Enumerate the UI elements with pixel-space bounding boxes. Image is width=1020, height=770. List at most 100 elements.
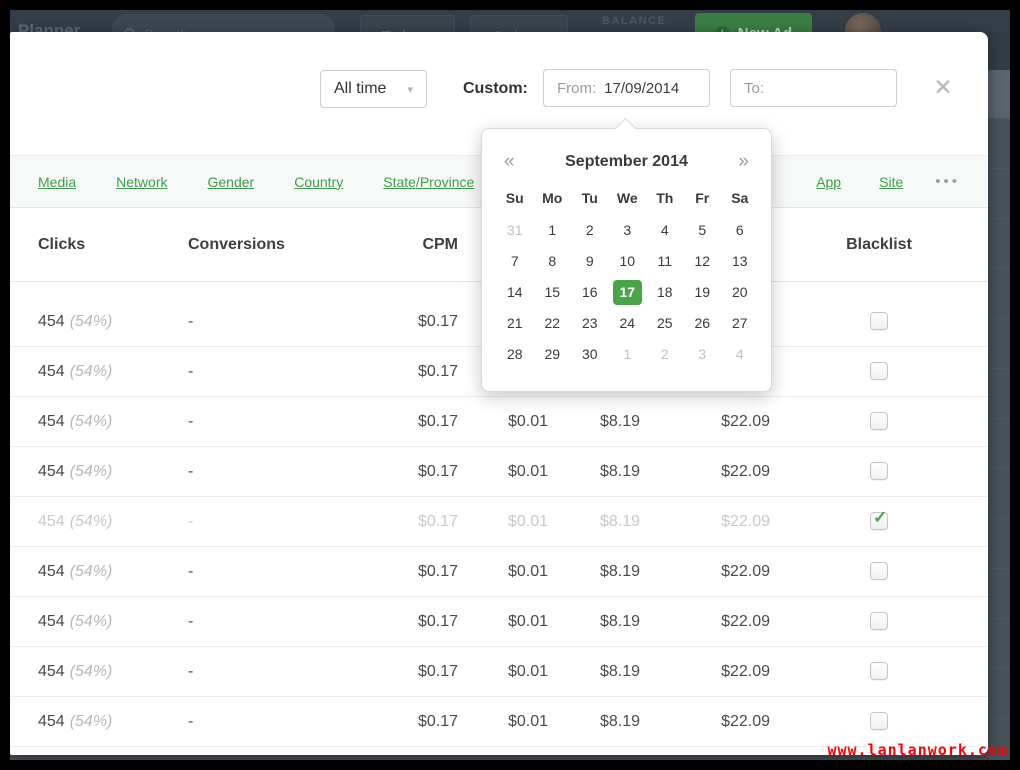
cpm-cell: $0.17 (308, 313, 458, 331)
calendar-day[interactable]: 10 (609, 246, 647, 277)
tab-network[interactable]: Network (116, 174, 167, 190)
blacklist-cell (770, 512, 988, 530)
calendar-day[interactable]: 13 (721, 246, 759, 277)
calendar-day[interactable]: 26 (684, 308, 722, 339)
calendar-day-number: 12 (694, 253, 710, 269)
new-ad-button[interactable]: + New Ad (695, 13, 812, 32)
range-select[interactable]: All time ▾ (320, 70, 427, 108)
calendar-day[interactable]: 20 (721, 277, 759, 308)
calendar-day[interactable]: 1 (534, 215, 572, 246)
calendar-day[interactable]: 5 (684, 215, 722, 246)
calendar-day[interactable]: 2 (571, 215, 609, 246)
calendar-day[interactable]: 3 (609, 215, 647, 246)
blacklist-checkbox[interactable] (870, 512, 888, 530)
table-row: 454(54%) - $0.17 $0.01 $8.19 $22.09 (10, 547, 988, 597)
money-value: $8.19 (600, 663, 640, 680)
more-tabs-icon[interactable]: ••• (935, 173, 960, 190)
money-cell: $22.09 (640, 613, 770, 631)
calendar-day[interactable]: 3 (684, 339, 722, 370)
calendar-day[interactable]: 6 (721, 215, 759, 246)
money-value: $8.19 (600, 513, 640, 530)
header-conversions[interactable]: Conversions (188, 236, 308, 254)
balance-label: BALANCE (602, 15, 666, 27)
clicks-cell: 454(54%) (10, 413, 188, 431)
calendar-day[interactable]: 7 (496, 246, 534, 277)
calendar-day[interactable]: 17 (609, 277, 647, 308)
cpm-value: $0.17 (418, 563, 458, 580)
blacklist-checkbox[interactable] (870, 712, 888, 730)
header-cpm[interactable]: CPM (308, 236, 458, 254)
money-cell: $8.19 (548, 663, 640, 681)
calendar-day[interactable]: 14 (496, 277, 534, 308)
calendar-day[interactable]: 2 (646, 339, 684, 370)
money-cell: $22.09 (640, 513, 770, 531)
blacklist-cell (770, 312, 988, 330)
tab-media[interactable]: Media (38, 174, 76, 190)
calendar-day[interactable]: 12 (684, 246, 722, 277)
tab-gender[interactable]: Gender (208, 174, 255, 190)
calendar-day[interactable]: 25 (646, 308, 684, 339)
close-icon[interactable]: ✕ (929, 73, 957, 101)
calendar-day-number: 23 (582, 315, 598, 331)
calendar-month-title[interactable]: September 2014 (565, 153, 688, 171)
calendar-day-number: 21 (507, 315, 523, 331)
calendar-day[interactable]: 27 (721, 308, 759, 339)
brand-planner[interactable]: Planner (18, 21, 80, 32)
calendar-day-number: 20 (732, 284, 748, 300)
money-value: $0.01 (508, 513, 548, 530)
header-blacklist[interactable]: Blacklist (770, 236, 988, 254)
calendar-day[interactable]: 21 (496, 308, 534, 339)
calendar-day[interactable]: 23 (571, 308, 609, 339)
money-value: $22.09 (721, 463, 770, 480)
blacklist-checkbox[interactable] (870, 662, 888, 680)
calendar-day[interactable]: 22 (534, 308, 572, 339)
table-row: 454(54%) - $0.17 $0.01 $8.19 $22.09 (10, 597, 988, 647)
next-month-icon[interactable]: » (738, 152, 749, 172)
calendar-day[interactable]: 15 (534, 277, 572, 308)
conversions-cell: - (188, 413, 308, 431)
conversions-cell: - (188, 513, 308, 531)
today-dropdown[interactable]: Today ▾ (360, 15, 455, 32)
calendar-day[interactable]: 24 (609, 308, 647, 339)
calendar-day[interactable]: 30 (571, 339, 609, 370)
calendar-day[interactable]: 16 (571, 277, 609, 308)
calendar-day[interactable]: 9 (571, 246, 609, 277)
cpm-cell: $0.17 (308, 663, 458, 681)
header-clicks[interactable]: Clicks (10, 236, 188, 254)
blacklist-checkbox[interactable] (870, 312, 888, 330)
blacklist-checkbox[interactable] (870, 412, 888, 430)
avatar[interactable] (845, 13, 881, 32)
calendar-day[interactable]: 11 (646, 246, 684, 277)
calendar-day[interactable]: 18 (646, 277, 684, 308)
calendar-day-number: 4 (736, 346, 744, 362)
cpm-cell: $0.17 (308, 563, 458, 581)
tab-app[interactable]: App (816, 174, 841, 190)
tab-country[interactable]: Country (294, 174, 343, 190)
search-input[interactable]: Search (112, 14, 335, 32)
blacklist-checkbox[interactable] (870, 612, 888, 630)
to-date-input[interactable]: To: (730, 69, 897, 107)
calendar-dayname: Sa (721, 185, 759, 211)
from-date-input[interactable]: From: 17/09/2014 (543, 69, 710, 107)
tab-site[interactable]: Site (879, 174, 903, 190)
calendar-day[interactable]: 29 (534, 339, 572, 370)
blacklist-checkbox[interactable] (870, 462, 888, 480)
clicks-percent: (54%) (70, 613, 113, 630)
calendar-day[interactable]: 19 (684, 277, 722, 308)
money-cell: $8.19 (548, 463, 640, 481)
calendar-day[interactable]: 1 (609, 339, 647, 370)
active-dropdown[interactable]: Active ▾ (470, 15, 568, 32)
blacklist-checkbox[interactable] (870, 562, 888, 580)
money-cell: $0.01 (458, 613, 548, 631)
calendar-day[interactable]: 4 (721, 339, 759, 370)
calendar-day[interactable]: 31 (496, 215, 534, 246)
calendar-day[interactable]: 28 (496, 339, 534, 370)
prev-month-icon[interactable]: « (504, 152, 515, 172)
calendar-day[interactable]: 4 (646, 215, 684, 246)
clicks-cell: 454(54%) (10, 363, 188, 381)
cpm-cell: $0.17 (308, 363, 458, 381)
calendar-day[interactable]: 8 (534, 246, 572, 277)
tab-state-province[interactable]: State/Province (383, 174, 474, 190)
blacklist-checkbox[interactable] (870, 362, 888, 380)
calendar-day-number: 25 (657, 315, 673, 331)
